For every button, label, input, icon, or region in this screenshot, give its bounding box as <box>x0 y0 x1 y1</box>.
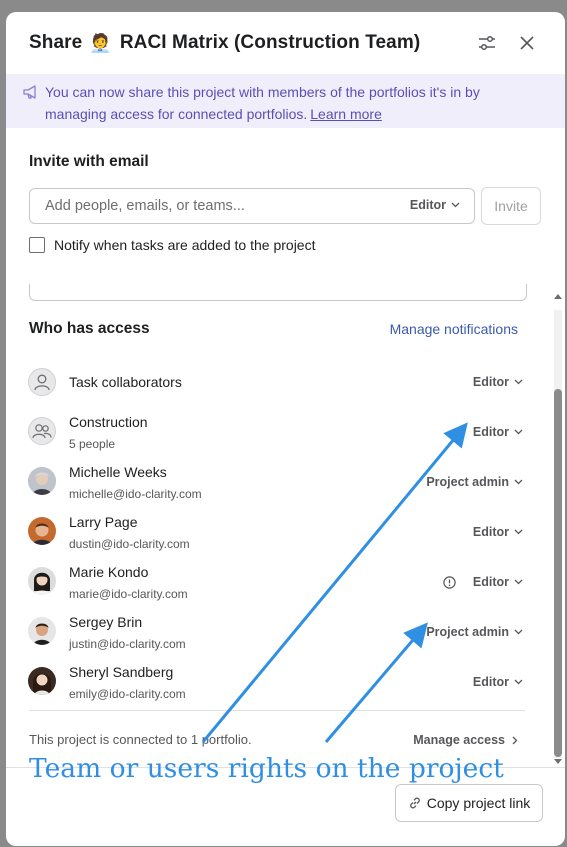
avatar <box>28 467 56 495</box>
member-role-label: Editor <box>472 675 509 689</box>
member-role-label: Editor <box>472 525 509 539</box>
access-row-marie-kondo: Marie Kondo marie@ido-clarity.com Editor <box>6 555 565 605</box>
invite-role-dropdown[interactable]: Editor <box>410 198 460 212</box>
member-role-label: Project admin <box>426 625 509 639</box>
member-name: Marie Kondo <box>69 564 149 580</box>
notify-label: Notify when tasks are added to the proje… <box>54 237 316 253</box>
member-role-dropdown[interactable]: Editor <box>473 675 523 689</box>
member-email: justin@ido-clarity.com <box>69 637 186 651</box>
copy-project-link-label: Copy project link <box>426 795 531 811</box>
chevron-down-icon <box>514 379 523 385</box>
info-banner: You can now share this project with memb… <box>6 74 565 128</box>
member-email: dustin@ido-clarity.com <box>69 537 190 551</box>
access-row-construction: Construction 5 people Editor <box>6 405 565 455</box>
access-row-sheryl-sandberg: Sheryl Sandberg emily@ido-clarity.com Ed… <box>6 655 565 705</box>
member-email: marie@ido-clarity.com <box>69 587 188 601</box>
scroll-down-arrow-icon[interactable] <box>553 756 563 766</box>
banner-text: You can now share this project with memb… <box>45 81 545 125</box>
invite-input[interactable] <box>30 189 385 223</box>
member-name: Construction <box>69 414 148 430</box>
manage-access-label: Manage access <box>413 733 505 747</box>
member-role-label: Project admin <box>426 475 509 489</box>
divider <box>29 710 525 711</box>
annotation-caption: Team or users rights on the project <box>29 753 504 784</box>
member-name: Michelle Weeks <box>69 464 167 480</box>
who-has-access-heading: Who has access <box>29 320 150 337</box>
settings-sliders-icon[interactable] <box>476 32 498 54</box>
notify-option: Notify when tasks are added to the proje… <box>29 237 315 253</box>
member-role-dropdown[interactable]: Editor <box>473 425 523 439</box>
member-subtext: 5 people <box>69 437 116 451</box>
member-email: emily@ido-clarity.com <box>69 687 186 701</box>
notify-checkbox[interactable] <box>29 237 45 253</box>
alert-circle-icon <box>443 576 456 589</box>
message-box-partial <box>29 284 527 301</box>
member-role-dropdown[interactable]: Project admin <box>426 475 523 489</box>
chevron-down-icon <box>514 579 523 585</box>
scrollbar-thumb[interactable] <box>554 389 562 757</box>
chevron-down-icon <box>514 479 523 485</box>
person-icon <box>28 368 56 396</box>
manage-access-button[interactable]: Manage access <box>413 733 518 747</box>
access-row-michelle-weeks: Michelle Weeks michelle@ido-clarity.com … <box>6 455 565 505</box>
member-name: Larry Page <box>69 514 138 530</box>
access-row-task-collaborators: Task collaborators Editor <box>6 355 565 405</box>
manage-notifications-link[interactable]: Manage notifications <box>390 321 518 337</box>
member-name: Sergey Brin <box>69 614 143 630</box>
access-list-scroll[interactable]: Who has access Manage notifications Task… <box>6 284 565 767</box>
member-email: michelle@ido-clarity.com <box>69 487 202 501</box>
scroll-up-arrow-icon[interactable] <box>553 292 563 302</box>
avatar <box>28 517 56 545</box>
link-icon <box>409 797 420 809</box>
member-role-dropdown[interactable]: Editor <box>473 525 523 539</box>
member-name: Task collaborators <box>69 374 182 390</box>
member-role-dropdown[interactable]: Editor <box>473 375 523 389</box>
avatar <box>28 667 56 695</box>
member-role-dropdown[interactable]: Editor <box>473 575 523 589</box>
chevron-down-icon <box>514 429 523 435</box>
invite-role-label: Editor <box>409 198 446 212</box>
avatar <box>28 567 56 595</box>
invite-button[interactable]: Invite <box>481 187 541 225</box>
member-role-dropdown[interactable]: Project admin <box>426 625 523 639</box>
access-row-sergey-brin: Sergey Brin justin@ido-clarity.com Proje… <box>6 605 565 655</box>
megaphone-icon <box>23 85 36 99</box>
member-role-label: Editor <box>472 425 509 439</box>
invite-heading: Invite with email <box>29 153 149 170</box>
close-icon[interactable] <box>516 32 538 54</box>
access-row-larry-page: Larry Page dustin@ido-clarity.com Editor <box>6 505 565 555</box>
title-prefix: Share <box>29 32 83 53</box>
team-icon <box>28 417 56 445</box>
copy-project-link-button[interactable]: Copy project link <box>395 784 543 822</box>
scrollbar[interactable] <box>551 292 563 768</box>
chevron-down-icon <box>514 529 523 535</box>
banner-message: You can now share this project with memb… <box>45 84 480 122</box>
chevron-down-icon <box>514 679 523 685</box>
chevron-right-icon <box>512 736 518 744</box>
dialog-header: Share 🧑‍💼 RACI Matrix (Construction Team… <box>6 12 565 74</box>
avatar <box>28 617 56 645</box>
member-role-label: Editor <box>472 375 509 389</box>
project-emoji-icon: 🧑‍💼 <box>89 32 112 53</box>
dialog-title: Share 🧑‍💼 RACI Matrix (Construction Team… <box>29 32 420 54</box>
invite-field: Editor <box>29 188 475 224</box>
chevron-down-icon <box>451 202 460 208</box>
connected-portfolio-text: This project is connected to 1 portfolio… <box>29 732 252 747</box>
learn-more-link[interactable]: Learn more <box>310 106 382 122</box>
member-name: Sheryl Sandberg <box>69 664 174 680</box>
share-dialog: Share 🧑‍💼 RACI Matrix (Construction Team… <box>6 12 565 846</box>
project-name: RACI Matrix (Construction Team) <box>119 32 421 53</box>
chevron-down-icon <box>514 629 523 635</box>
member-role-label: Editor <box>472 575 509 589</box>
